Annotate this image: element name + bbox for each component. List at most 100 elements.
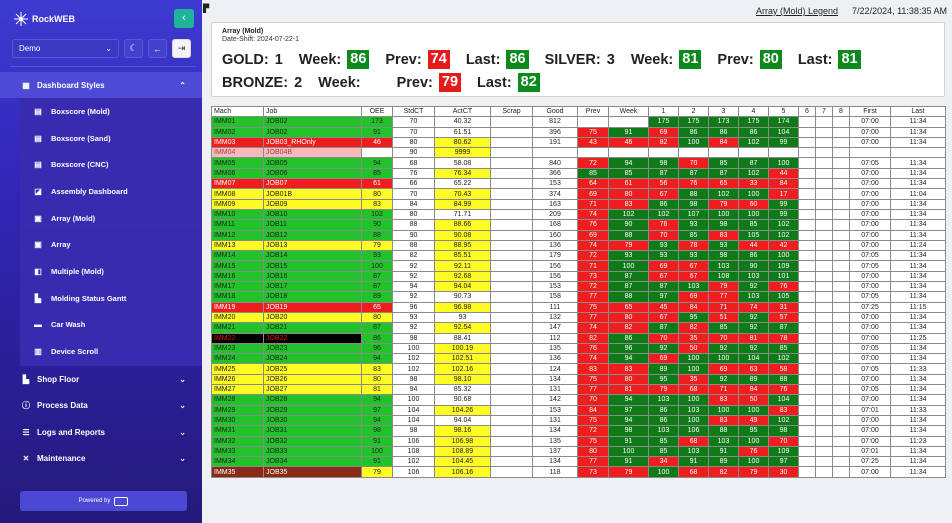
bronze-count: 2: [294, 74, 303, 91]
table-cell-week: 98: [608, 425, 649, 437]
sidebar-item-boxscore-sand[interactable]: ▤ Boxscore (Sand): [20, 124, 202, 152]
table-cell-3: 85: [708, 157, 739, 169]
table-row[interactable]: IMM30 JOB30 94 104 94.04 131 75 94 86 100 83 49 102 0…: [211, 414, 946, 427]
column-header[interactable]: First: [849, 105, 891, 118]
back-button[interactable]: ←: [148, 39, 167, 58]
powered-by-badge[interactable]: Powered by: [20, 491, 187, 511]
column-header[interactable]: OEE: [361, 105, 393, 118]
column-header[interactable]: Job: [263, 105, 362, 118]
collapse-sidebar-button[interactable]: ‹: [174, 9, 194, 28]
table-cell-first: 07:00: [849, 311, 891, 324]
menu-label: Dashboard Styles: [37, 80, 105, 90]
column-header[interactable]: 5: [768, 105, 799, 118]
column-header[interactable]: Last: [890, 105, 946, 118]
table-row[interactable]: IMM15 JOB15 100 92 92.11 156 71 100 69 67 103 90 109…: [211, 260, 946, 272]
sidebar-item-molding-status-gantt[interactable]: ▙ Molding Status Gantt: [20, 284, 202, 312]
table-cell-actct: 92.11: [434, 260, 491, 272]
table-cell-mach: IMM07: [211, 178, 264, 190]
sidebar-item-array[interactable]: ▣ Array: [20, 231, 202, 259]
menu-dashboard-styles[interactable]: ▦ Dashboard Styles ⌃: [0, 72, 202, 98]
table-row[interactable]: IMM21 JOB21 87 92 92.54 147 74 82 87 82 85 92 87 07:0…: [211, 322, 946, 334]
table-row[interactable]: IMM22 JOB22 86 98 88.41 112 82 86 70 35 70 81 78 07:0…: [211, 332, 946, 344]
table-row[interactable]: IMM14 JOB14 93 82 85.51 179 72 93 93 93 98 86 100 07:…: [211, 250, 946, 262]
sidebar-item-multiple-mold[interactable]: ◧ Multiple (Mold): [20, 258, 202, 285]
legend-link[interactable]: Array (Mold) Legend: [756, 6, 838, 16]
table-row[interactable]: IMM02 JOB02 91 70 61.51 396 75 91 69 86 86 86 104 07:…: [211, 126, 946, 138]
theme-toggle-button[interactable]: ☾: [124, 39, 143, 58]
table-cell-oee: 85: [361, 167, 393, 180]
table-cell-stdct: 98: [392, 332, 435, 344]
table-row[interactable]: IMM05 JOB05 94 68 58.08 840 72 94 98 70 85 87 100 07:…: [211, 157, 946, 169]
table-row[interactable]: IMM28 JOB28 94 100 90.68 142 70 94 103 100 83 50 104…: [211, 394, 946, 406]
table-row[interactable]: IMM04 JOB04B 90 9999: [211, 147, 946, 159]
table-cell-4: 89: [738, 373, 769, 386]
table-row[interactable]: IMM32 JOB32 91 106 106.98 135 75 91 85 68 103 100 70…: [211, 435, 946, 447]
table-row[interactable]: IMM20 JOB20 80 93 93 132 77 80 67 95 51 92 57 07:00 11…: [211, 311, 946, 324]
sidebar-item-device-scroll[interactable]: ▥ Device Scroll: [20, 338, 202, 365]
menu-logs-and-reports[interactable]: ☰ Logs and Reports ⌄: [0, 419, 202, 445]
gold-week-value: 86: [347, 50, 370, 69]
table-row[interactable]: IMM16 JOB16 87 92 92.68 156 73 87 67 67 108 103 101 0…: [211, 270, 946, 283]
table-row[interactable]: IMM18 JOB18 89 92 90.73 158 77 88 97 69 77 103 105 07…: [211, 291, 946, 303]
column-header[interactable]: StdCT: [392, 105, 435, 118]
table-cell-1: 76: [648, 219, 679, 231]
table-row[interactable]: IMM06 JOB06 85 76 76.34 366 85 85 87 87 87 102 44 07:…: [211, 167, 946, 180]
table-row[interactable]: IMM25 JOB25 83 102 102.16 124 83 83 89 100 69 63 58 0…: [211, 363, 946, 375]
table-row[interactable]: IMM09 JOB09 83 84 84.99 163 71 83 86 98 79 60 99 07:0…: [211, 198, 946, 210]
column-header[interactable]: Prev: [577, 105, 609, 118]
table-cell-mach: IMM06: [211, 167, 264, 180]
sidebar-item-array-mold[interactable]: ▣ Array (Mold): [20, 204, 202, 232]
table-row[interactable]: IMM13 JOB13 79 88 88.95 136 74 79 93 78 93 44 42 07:0…: [211, 239, 946, 252]
table-cell-scrap: [490, 435, 533, 447]
menu-process-data[interactable]: ⓘ Process Data ⌄: [0, 393, 202, 419]
column-header[interactable]: 7: [815, 105, 833, 118]
table-row[interactable]: IMM31 JOB31 98 98 98.16 134 72 98 103 106 88 95 98 07…: [211, 425, 946, 437]
table-cell-mach: IMM21: [211, 322, 264, 334]
table-cell-2: 93: [678, 219, 709, 231]
table-cell-8: [832, 281, 850, 293]
sidebar-item-boxscore-mold[interactable]: ▤ Boxscore (Mold): [20, 98, 202, 125]
table-cell-good: 131: [532, 414, 578, 427]
brand[interactable]: RockWEB: [14, 12, 75, 26]
table-row[interactable]: IMM10 JOB10 102 80 71.71 209 74 102 102 107 100 100…: [211, 208, 946, 221]
table-row[interactable]: IMM24 JOB24 94 102 102.51 136 74 94 69 100 100 104 1…: [211, 353, 946, 365]
table-cell-6: [798, 157, 816, 169]
column-header[interactable]: 1: [648, 105, 679, 118]
table-row[interactable]: IMM11 JOB11 90 88 88.66 168 76 90 76 93 98 85 102 07:…: [211, 219, 946, 231]
menu-maintenance[interactable]: ✕ Maintenance ⌄: [0, 446, 202, 472]
column-header[interactable]: 6: [798, 105, 816, 118]
table-row[interactable]: IMM17 JOB17 87 94 94.04 153 72 87 87 103 79 92 76 07:…: [211, 281, 946, 293]
column-header[interactable]: 3: [708, 105, 739, 118]
sidebar-item-boxscore-cnc[interactable]: ▤ Boxscore (CNC): [20, 151, 202, 179]
column-header[interactable]: Good: [532, 105, 578, 118]
table-row[interactable]: IMM26 JOB26 80 98 98.10 134 75 80 95 35 92 89 88 07:0…: [211, 373, 946, 386]
column-header[interactable]: 4: [738, 105, 769, 118]
table-row[interactable]: IMM08 JOB01B 80 70 70.43 374 69 80 67 88 102 100 17 0…: [211, 188, 946, 200]
table-row[interactable]: IMM07 JOB07 61 66 65.22 153 64 61 56 76 65 33 84 07:0…: [211, 178, 946, 190]
column-header[interactable]: Week: [608, 105, 649, 118]
column-header[interactable]: 8: [832, 105, 850, 118]
table-row[interactable]: IMM19 JOB19 65 96 96.98 111 75 65 45 84 71 74 31 07:2…: [211, 301, 946, 313]
column-header[interactable]: Mach: [211, 105, 264, 118]
table-row[interactable]: IMM03 JOB03_RHOnly 46 80 80.62 191 43 46 82 100 84…: [211, 136, 946, 149]
table-row[interactable]: IMM35 JOB35 79 106 106.16 118 73 79 100 68 82 79 30 0…: [211, 466, 946, 478]
logout-button[interactable]: ⇥: [172, 39, 191, 58]
table-icon: ▤: [34, 133, 42, 143]
sidebar-item-car-wash[interactable]: ▬ Car Wash: [20, 311, 202, 339]
table-row[interactable]: IMM33 JOB33 100 108 108.89 137 80 100 85 103 91 76 1…: [211, 445, 946, 458]
table-row[interactable]: IMM23 JOB23 96 100 100.19 135 76 96 92 50 92 92 85 07…: [211, 342, 946, 355]
table-row[interactable]: IMM27 JOB27 81 94 85.32 131 77 81 79 68 71 84 76 07:0…: [211, 384, 946, 396]
table-row[interactable]: IMM29 JOB29 97 104 104.26 153 84 97 86 103 100 100 8…: [211, 404, 946, 416]
column-header[interactable]: Scrap: [490, 105, 533, 118]
table-row[interactable]: IMM12 JOB12 88 90 90.08 160 69 88 70 85 83 105 102 07…: [211, 229, 946, 241]
sidebar-item-assembly-dashboard[interactable]: ◪ Assembly Dashboard: [20, 178, 202, 205]
table-cell-5: 101: [768, 270, 799, 283]
menu-shop-floor[interactable]: ▙ Shop Floor ⌄: [0, 366, 202, 392]
column-header[interactable]: 2: [678, 105, 709, 118]
table-cell-first: 07:00: [849, 136, 891, 149]
table-cell-good: 396: [532, 126, 578, 138]
table-row[interactable]: IMM34 JOB34 91 102 104.45 134 77 91 34 91 89 100 97 0…: [211, 456, 946, 468]
table-row[interactable]: IMM01 JOB02 173 70 40.32 812 175 175 173 175 174 07…: [211, 116, 946, 128]
column-header[interactable]: ActCT: [434, 105, 491, 118]
plant-select[interactable]: Demo ⌄: [12, 39, 119, 58]
